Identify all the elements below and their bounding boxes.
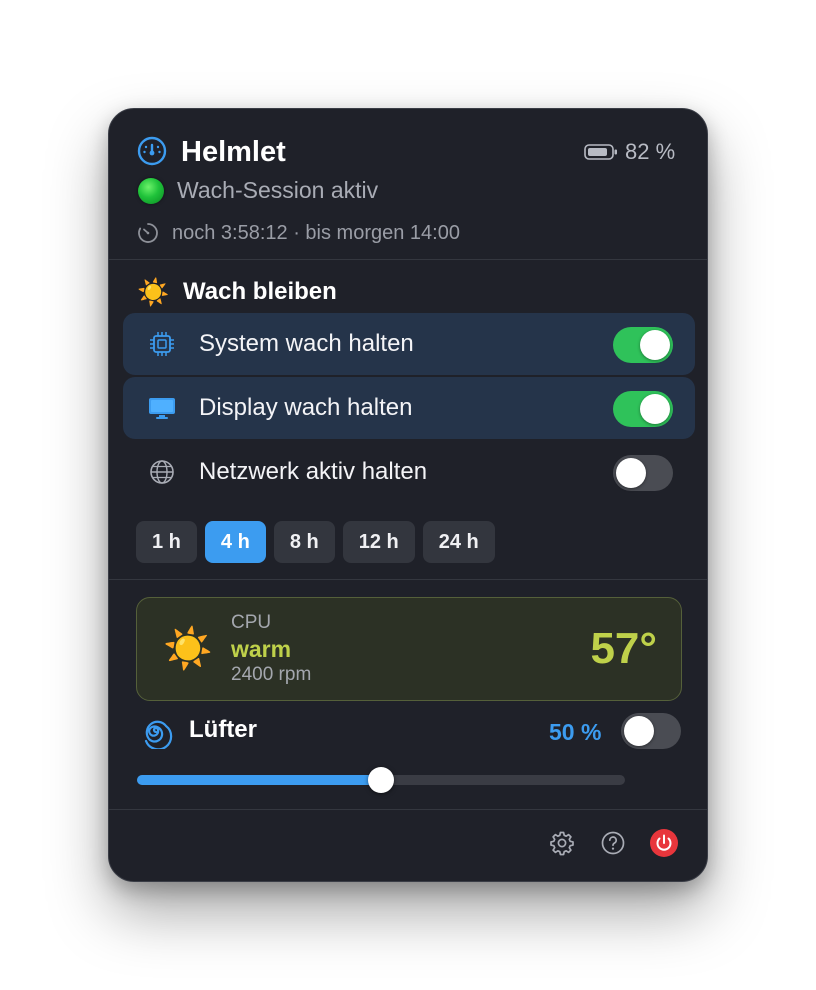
divider	[109, 579, 707, 580]
duration-8h[interactable]: 8 h	[273, 521, 335, 563]
fan-rpm: 2400 rpm	[231, 664, 312, 685]
power-icon	[656, 834, 672, 851]
gauge-icon	[137, 136, 167, 166]
cpu-status-card: ☀️ CPU warm 2400 rpm 57°	[136, 597, 682, 701]
slider-handle[interactable]	[368, 767, 394, 793]
timer-icon	[138, 223, 158, 243]
sun-icon: ☀️	[137, 277, 170, 307]
battery-percent: 82 %	[625, 139, 676, 164]
toggle-knob	[624, 716, 654, 746]
row-label-network: Netzwerk aktiv halten	[199, 458, 428, 485]
duration-12h[interactable]: 12 h	[342, 521, 415, 563]
row-label-system: System wach halten	[199, 330, 414, 357]
row-network-awake[interactable]: Netzwerk aktiv halten	[123, 441, 695, 503]
duration-24h[interactable]: 24 h	[422, 521, 495, 563]
fan-title: Lüfter	[189, 716, 257, 743]
fan-swirl-icon	[144, 720, 173, 749]
divider	[109, 809, 707, 810]
battery-icon	[584, 144, 617, 160]
toggle-knob	[640, 330, 670, 360]
toggle-knob	[640, 394, 670, 424]
duration-selector: 1 h 4 h 8 h 12 h 24 h	[136, 521, 495, 563]
toggle-fan-control[interactable]	[621, 713, 681, 749]
cpu-temperature: 57°	[590, 624, 657, 673]
app-title: Helmlet	[181, 136, 286, 168]
slider-fill	[137, 775, 381, 785]
row-label-display: Display wach halten	[199, 394, 413, 421]
gear-icon[interactable]	[548, 829, 576, 857]
fan-speed-slider[interactable]	[137, 767, 625, 793]
cpu-icon	[150, 332, 174, 356]
fan-percent: 50 %	[549, 719, 602, 745]
toggle-display-awake[interactable]	[613, 391, 673, 427]
toggle-system-awake[interactable]	[613, 327, 673, 363]
duration-4h[interactable]: 4 h	[204, 521, 266, 563]
section-title-awake: Wach bleiben	[183, 278, 337, 305]
display-icon	[149, 398, 175, 419]
status-indicator	[138, 178, 164, 204]
cpu-thermal-state: warm	[231, 636, 292, 662]
toggle-network-awake[interactable]	[613, 455, 673, 491]
helmlet-panel: Helmlet 82 % Wach-Session aktiv noch 3:5…	[108, 108, 708, 882]
row-display-awake[interactable]: Display wach halten	[123, 377, 695, 439]
duration-1h[interactable]: 1 h	[136, 521, 197, 563]
help-icon[interactable]	[599, 829, 627, 857]
globe-icon	[150, 460, 174, 484]
sun-icon: ☀️	[163, 627, 213, 671]
power-button[interactable]	[650, 829, 678, 857]
toggle-knob	[616, 458, 646, 488]
row-system-awake[interactable]: System wach halten	[123, 313, 695, 375]
session-timer: noch 3:58:12 · bis morgen 14:00	[172, 222, 460, 244]
cpu-label: CPU	[231, 612, 272, 633]
divider	[109, 259, 707, 260]
session-status: Wach-Session aktiv	[177, 177, 379, 203]
